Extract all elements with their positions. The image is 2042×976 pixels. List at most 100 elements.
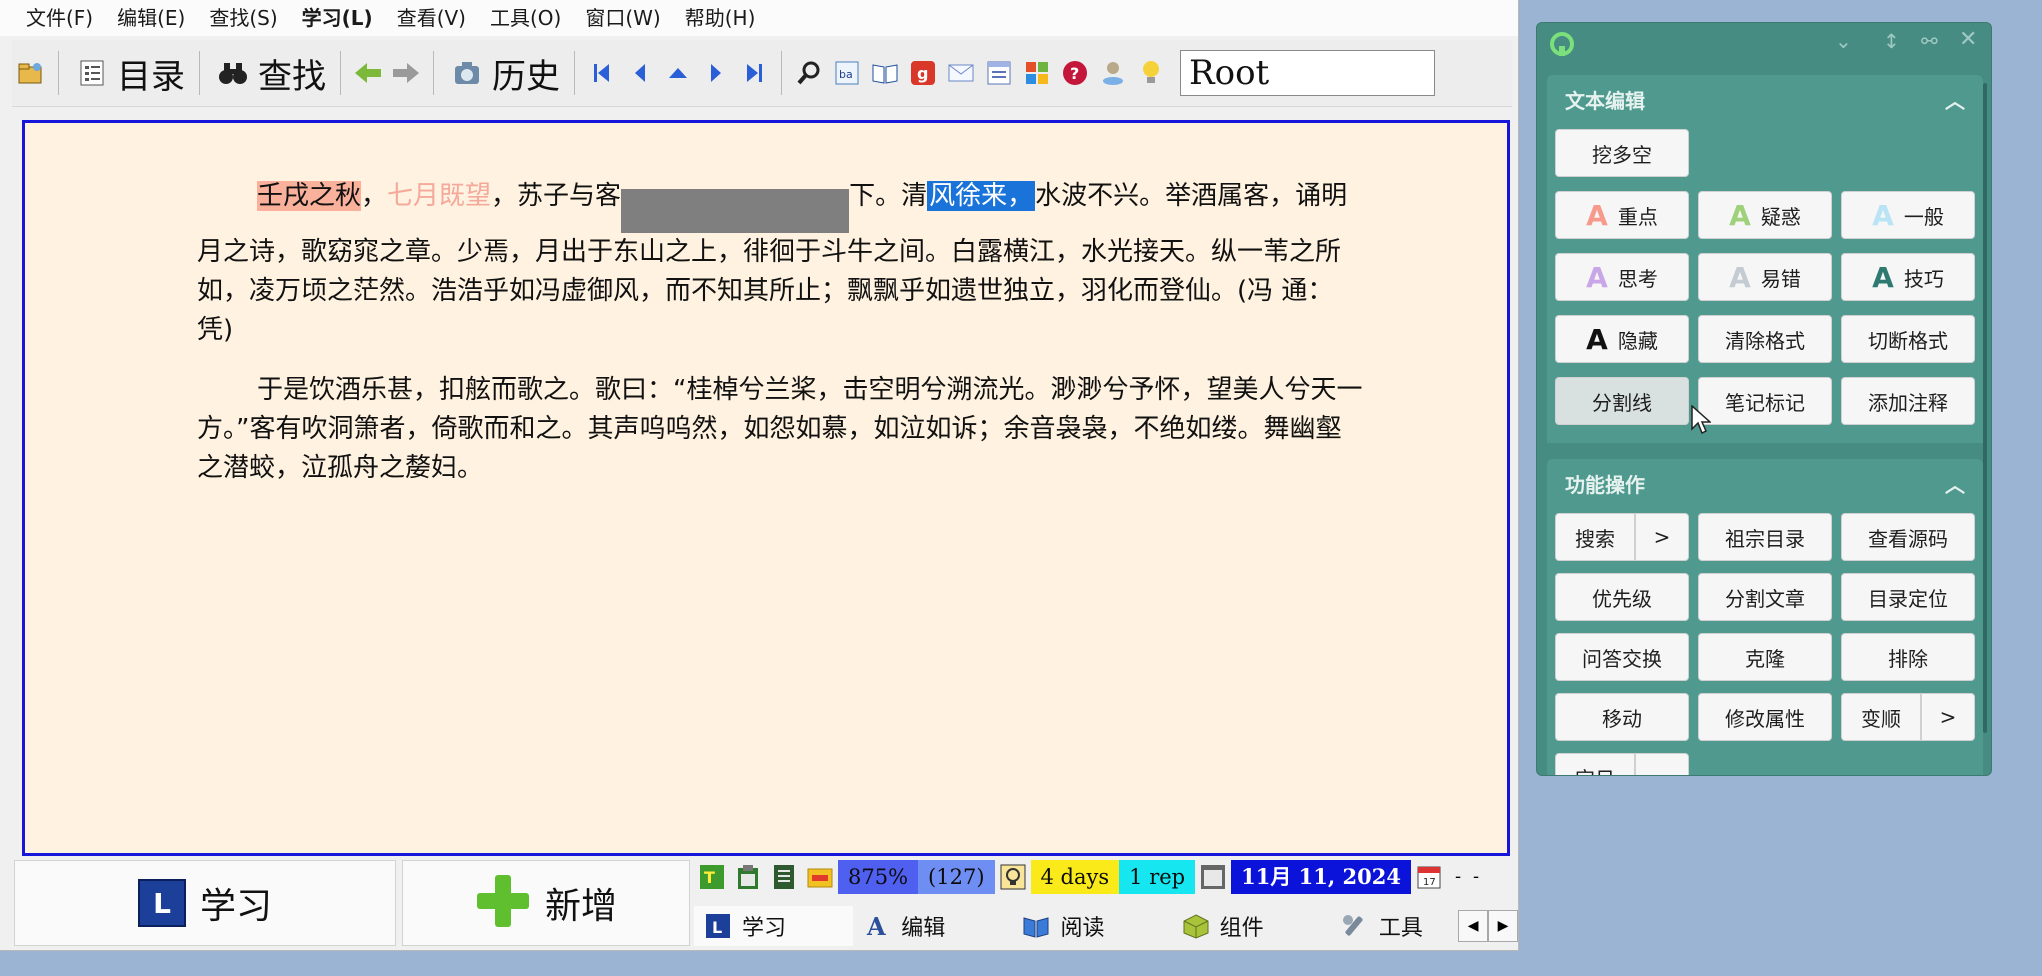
cloze-button[interactable]: 挖多空	[1555, 129, 1689, 177]
user-icon[interactable]	[1098, 58, 1128, 88]
exclude-button[interactable]: 排除	[1841, 633, 1975, 681]
clipboard-icon[interactable]	[734, 863, 762, 891]
help-icon[interactable]: ?	[1060, 58, 1090, 88]
component-icon	[1182, 912, 1210, 940]
app-logo-icon	[1547, 29, 1577, 63]
read-icon	[1022, 912, 1050, 940]
next-icon[interactable]	[701, 58, 731, 88]
mark-important-button[interactable]: A 重点	[1555, 191, 1689, 239]
history-button[interactable]: 历史	[442, 47, 566, 99]
reorder-button[interactable]: 变顺	[1841, 693, 1921, 741]
menu-edit[interactable]: 编辑(E)	[105, 0, 197, 36]
back-arrow-icon[interactable]	[353, 58, 383, 88]
svg-text:A: A	[866, 913, 886, 939]
menu-search[interactable]: 查找(S)	[197, 0, 289, 36]
note-mark-button[interactable]: 笔记标记	[1698, 377, 1832, 425]
learn-button[interactable]: L 学习	[14, 860, 396, 946]
folder-icon[interactable]	[806, 863, 834, 891]
google-icon[interactable]: g	[908, 58, 938, 88]
tab-edit[interactable]: A 编辑	[853, 906, 1012, 946]
window-status-icon[interactable]	[1199, 863, 1227, 891]
menu-view[interactable]: 查看(V)	[385, 0, 478, 36]
text-format-icon[interactable]: T	[698, 863, 726, 891]
menu-file[interactable]: 文件(F)	[0, 0, 105, 36]
search-button[interactable]: 搜索	[1555, 513, 1635, 561]
mail-icon[interactable]	[946, 58, 976, 88]
clear-format-button[interactable]: 清除格式	[1698, 315, 1832, 363]
editor-pane[interactable]: 壬戌之秋，七月既望，苏子与客泛舟游于赤壁之 下。清风徐来，水波不兴。举酒属客，诵明…	[22, 120, 1510, 856]
tab-learn[interactable]: L 学习	[694, 906, 854, 946]
root-input[interactable]	[1180, 50, 1435, 96]
open-folder-icon[interactable]	[16, 58, 46, 88]
learn-label: 学习	[199, 886, 272, 927]
bulb-status-icon[interactable]	[999, 863, 1027, 891]
last-icon[interactable]	[739, 58, 769, 88]
ancestor-toc-button[interactable]: 祖宗目录	[1698, 513, 1832, 561]
swap-qa-button[interactable]: 问答交换	[1555, 633, 1689, 681]
function-section: 功能操作 ︿ 搜索 > 祖宗目录 查看源码 优先级 分割文章 目录定位 问答交换…	[1547, 459, 1983, 775]
calendar-icon[interactable]: 17	[1415, 863, 1443, 891]
add-annotation-button[interactable]: 添加注释	[1841, 377, 1975, 425]
priority-button[interactable]: 优先级	[1555, 573, 1689, 621]
split-article-button[interactable]: 分割文章	[1698, 573, 1832, 621]
first-icon[interactable]	[587, 58, 617, 88]
book-icon[interactable]	[870, 58, 900, 88]
tab-read[interactable]: 阅读	[1012, 906, 1171, 946]
font-a-icon: A	[1586, 260, 1608, 294]
svg-text:T: T	[704, 868, 715, 887]
divider-button[interactable]: 分割线	[1555, 377, 1689, 425]
schedule-more-button[interactable]	[1635, 753, 1689, 775]
search-more-button[interactable]: >	[1635, 513, 1689, 561]
document-icon[interactable]	[770, 863, 798, 891]
hide-button[interactable]: A 隐藏	[1555, 315, 1689, 363]
menu-learn[interactable]: 学习(L)	[290, 0, 385, 36]
link-icon[interactable]: ⚯	[1921, 29, 1938, 53]
status-bar: T 875% (127) 4 days 1 rep 11月 11, 2024 1…	[694, 860, 1518, 894]
clone-button[interactable]: 克隆	[1698, 633, 1832, 681]
magnifier-icon[interactable]	[794, 58, 824, 88]
tab-component[interactable]: 组件	[1172, 906, 1331, 946]
function-header[interactable]: 功能操作 ︿	[1547, 459, 1983, 507]
hidden-cloze-block[interactable]: 泛舟游于赤壁之	[621, 189, 850, 233]
tab-scroll-left-button[interactable]: ◀	[1458, 910, 1489, 942]
view-source-button[interactable]: 查看源码	[1841, 513, 1975, 561]
panel-scrollbar[interactable]	[1983, 83, 1987, 733]
resize-vertical-icon[interactable]: ↕	[1883, 29, 1900, 53]
previous-icon[interactable]	[625, 58, 655, 88]
add-new-button[interactable]: 新增	[402, 860, 690, 946]
menu-help[interactable]: 帮助(H)	[673, 0, 768, 36]
close-panel-icon[interactable]: ✕	[1959, 27, 1977, 52]
locate-toc-button[interactable]: 目录定位	[1841, 573, 1975, 621]
windows-logo-icon[interactable]	[1022, 58, 1052, 88]
menu-bar: 文件(F) 编辑(E) 查找(S) 学习(L) 查看(V) 工具(O) 窗口(W…	[0, 0, 1518, 36]
edit-icon: A	[863, 912, 891, 940]
text-segment: ，	[361, 181, 388, 211]
cut-format-button[interactable]: 切断格式	[1841, 315, 1975, 363]
image-text-icon[interactable]: ba	[832, 58, 862, 88]
reorder-more-button[interactable]: >	[1921, 693, 1975, 741]
move-button[interactable]: 移动	[1555, 693, 1689, 741]
window-icon[interactable]	[984, 58, 1014, 88]
modify-attributes-button[interactable]: 修改属性	[1698, 693, 1832, 741]
toc-button[interactable]: 目录	[67, 47, 191, 99]
up-icon[interactable]	[663, 58, 693, 88]
find-button[interactable]: 查找	[208, 47, 332, 99]
mark-doubt-button[interactable]: A 疑惑	[1698, 191, 1832, 239]
mark-normal-button[interactable]: A 一般	[1841, 191, 1975, 239]
mark-think-button[interactable]: A 思考	[1555, 253, 1689, 301]
mark-error-prone-button[interactable]: A 易错	[1698, 253, 1832, 301]
collapse-section-icon[interactable]: ︿	[1945, 85, 1965, 114]
text-segment: ，苏子与客	[491, 181, 622, 211]
menu-tools[interactable]: 工具(O)	[478, 0, 573, 36]
mark-skill-button[interactable]: A 技巧	[1841, 253, 1975, 301]
text-edit-header[interactable]: 文本编辑 ︿	[1547, 75, 1983, 123]
tab-scroll-right-button[interactable]: ▶	[1488, 910, 1518, 942]
forward-arrow-icon[interactable]	[391, 58, 421, 88]
collapse-section-icon[interactable]: ︿	[1945, 469, 1965, 498]
lightbulb-icon[interactable]	[1136, 58, 1166, 88]
schedule-button[interactable]: 定日	[1555, 753, 1635, 775]
font-a-icon: A	[1586, 322, 1608, 356]
tab-tools[interactable]: 工具	[1331, 906, 1458, 946]
collapse-panel-icon[interactable]: ⌄	[1835, 29, 1852, 53]
menu-window[interactable]: 窗口(W)	[573, 0, 672, 36]
